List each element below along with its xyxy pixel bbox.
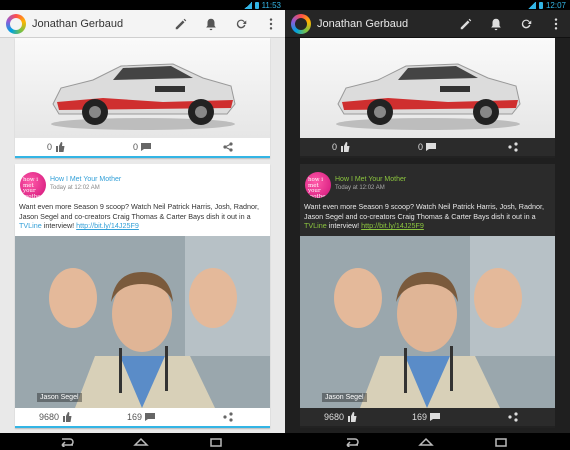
tvline-link[interactable]: TVLine (304, 221, 327, 230)
recent-apps-icon[interactable] (205, 435, 227, 448)
like-button[interactable]: 0 (332, 142, 350, 152)
share-icon (508, 142, 518, 152)
post-actions: 9680 169 (15, 408, 270, 428)
comment-icon (430, 413, 441, 421)
share-button[interactable] (223, 142, 233, 152)
comment-count: 0 (133, 142, 139, 152)
like-count: 0 (332, 142, 338, 152)
post-image-car[interactable] (300, 38, 555, 138)
comment-button[interactable]: 0 (133, 142, 152, 152)
share-button[interactable] (508, 412, 518, 422)
comment-count: 169 (412, 412, 428, 422)
app-title: Jonathan Gerbaud (317, 17, 409, 30)
pencil-icon[interactable] (173, 16, 189, 32)
post-actions: 0 0 (15, 138, 270, 158)
post-card: how i met your mother How I Met Your Mot… (15, 164, 270, 428)
post-time: Today at 12:02 AM (50, 185, 100, 191)
status-bar: 11:53 (0, 0, 285, 10)
thumbs-up-icon (341, 142, 350, 152)
app-title: Jonathan Gerbaud (32, 17, 124, 30)
share-icon (223, 412, 233, 422)
dark-theme-panel: 12:07 Jonathan Gerbaud 0 0 how i met you… (285, 0, 570, 433)
bell-icon[interactable] (203, 16, 219, 32)
system-nav-bar (0, 433, 570, 450)
comment-icon (145, 413, 156, 421)
image-caption: Jason Segel (322, 393, 367, 402)
post-actions: 0 0 (300, 138, 555, 158)
share-icon (508, 412, 518, 422)
pencil-icon[interactable] (458, 16, 474, 32)
post-header: how i met your mother How I Met Your Mot… (15, 164, 270, 200)
avatar-logo-text: how i met your mother (308, 177, 329, 198)
post-text: Want even more Season 9 scoop? Watch Nei… (304, 202, 544, 230)
post-card: 0 0 (15, 38, 270, 158)
app-logo-icon[interactable] (6, 13, 26, 34)
like-button[interactable]: 9680 (324, 412, 357, 422)
post-url-link[interactable]: http://bit.ly/14J25F9 (76, 221, 139, 230)
post-card: how i met your mother How I Met Your Mot… (300, 164, 555, 428)
post-card: 0 0 (300, 38, 555, 158)
comment-icon (141, 143, 152, 151)
home-icon[interactable] (415, 435, 437, 448)
back-icon[interactable] (55, 435, 77, 448)
refresh-icon[interactable] (233, 16, 249, 32)
comment-button[interactable]: 169 (412, 412, 441, 422)
post-text: Want even more Season 9 scoop? Watch Nei… (19, 202, 259, 230)
post-header: how i met your mother How I Met Your Mot… (300, 164, 555, 200)
car-illustration (51, 63, 236, 130)
post-time: Today at 12:02 AM (335, 185, 385, 191)
refresh-icon[interactable] (518, 16, 534, 32)
share-button[interactable] (223, 412, 233, 422)
comment-icon (426, 143, 437, 151)
source-name[interactable]: How I Met Your Mother (50, 176, 121, 183)
like-count: 9680 (324, 412, 345, 422)
comment-button[interactable]: 169 (127, 412, 156, 422)
overflow-menu-icon[interactable] (263, 16, 279, 32)
share-button[interactable] (508, 142, 518, 152)
wifi-icon (243, 1, 252, 9)
wifi-icon (527, 1, 536, 9)
post-image-jason-segel[interactable]: Jason Segel (15, 236, 270, 408)
like-button[interactable]: 0 (47, 142, 65, 152)
tvline-link[interactable]: TVLine (19, 221, 42, 230)
battery-icon (254, 1, 259, 9)
post-url-link[interactable]: http://bit.ly/14J25F9 (361, 221, 424, 230)
clock: 12:07 (545, 0, 566, 10)
status-bar: 12:07 (285, 0, 570, 10)
recent-apps-icon[interactable] (490, 435, 512, 448)
action-bar: Jonathan Gerbaud (0, 10, 285, 38)
thumbs-up-icon (63, 412, 72, 422)
action-bar: Jonathan Gerbaud (285, 10, 570, 38)
source-name[interactable]: How I Met Your Mother (335, 176, 406, 183)
source-avatar[interactable]: how i met your mother (305, 172, 331, 198)
app-logo-icon[interactable] (291, 13, 311, 34)
avatar-logo-text: how i met your mother (23, 177, 44, 198)
clock: 11:53 (261, 0, 281, 10)
bell-icon[interactable] (488, 16, 504, 32)
share-icon (223, 142, 233, 152)
light-theme-panel: 11:53 Jonathan Gerbaud 0 0 how i met you… (0, 0, 285, 433)
person-illustration (15, 236, 270, 408)
home-icon[interactable] (130, 435, 152, 448)
source-avatar[interactable]: how i met your mother (20, 172, 46, 198)
like-count: 9680 (39, 412, 60, 422)
like-count: 0 (47, 142, 53, 152)
car-illustration (336, 63, 521, 130)
thumbs-up-icon (56, 142, 65, 152)
comment-count: 169 (127, 412, 143, 422)
battery-icon (538, 1, 543, 9)
thumbs-up-icon (348, 412, 357, 422)
comment-button[interactable]: 0 (418, 142, 437, 152)
comment-count: 0 (418, 142, 424, 152)
image-caption: Jason Segel (37, 393, 82, 402)
like-button[interactable]: 9680 (39, 412, 72, 422)
back-icon[interactable] (340, 435, 362, 448)
post-actions: 9680 169 (300, 408, 555, 428)
person-illustration (300, 236, 555, 408)
post-image-jason-segel[interactable]: Jason Segel (300, 236, 555, 408)
post-image-car[interactable] (15, 38, 270, 138)
overflow-menu-icon[interactable] (548, 16, 564, 32)
